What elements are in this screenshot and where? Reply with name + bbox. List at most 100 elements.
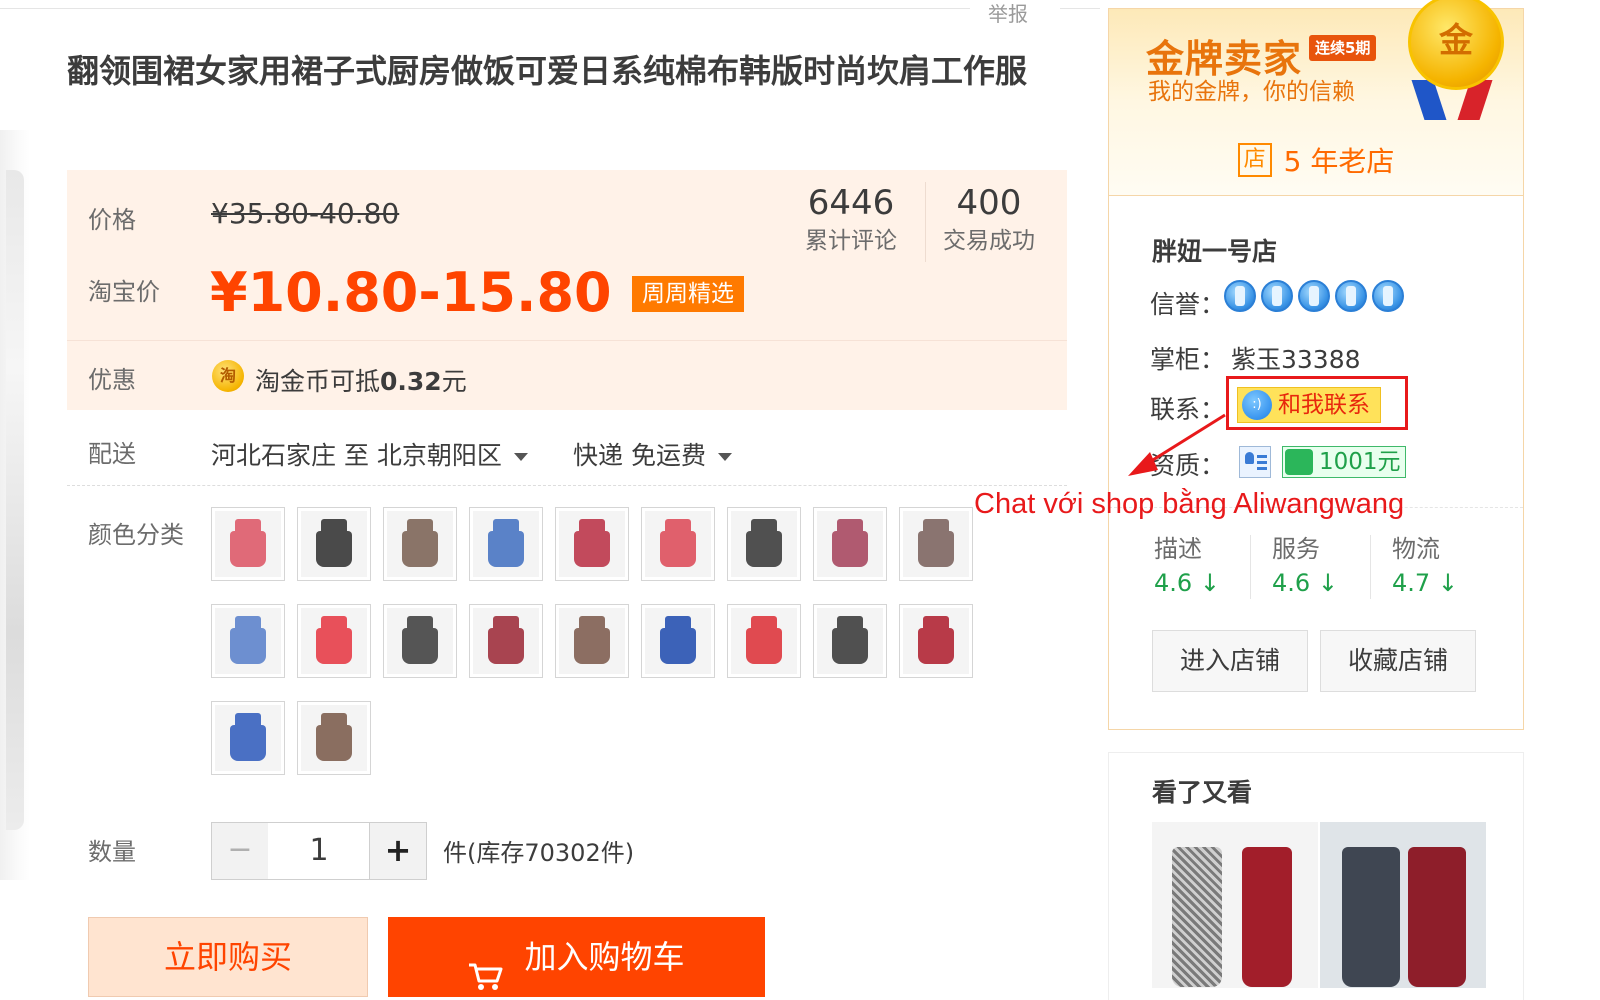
swatch-image [387, 608, 453, 674]
score-service-label: 服务 [1272, 535, 1320, 563]
annotation-highlight-box [1226, 376, 1408, 430]
product-main-image-edge[interactable] [0, 130, 30, 880]
apron-thumbnail [918, 519, 954, 567]
deposit-amount: 1001元 [1319, 449, 1401, 475]
chevron-down-icon [513, 453, 528, 461]
shop-age-text: 5 年老店 [1283, 145, 1395, 178]
apron-thumbnail [1172, 847, 1222, 987]
owner-label: 掌柜： [1150, 345, 1226, 374]
favorite-shop-button[interactable]: 收藏店铺 [1320, 630, 1476, 692]
color-swatch[interactable] [813, 507, 887, 581]
color-swatch[interactable] [813, 604, 887, 678]
apron-thumbnail [1408, 847, 1466, 987]
color-swatch[interactable] [211, 507, 285, 581]
swatch-image [215, 608, 281, 674]
swatch-image [903, 608, 969, 674]
color-swatch[interactable] [297, 701, 371, 775]
apron-thumbnail [574, 519, 610, 567]
streak-badge: 连续5期 [1309, 35, 1377, 61]
reputation-crowns[interactable] [1224, 280, 1409, 312]
swatch-image [301, 608, 367, 674]
apron-thumbnail [660, 519, 696, 567]
taobao-price-label: 淘宝价 [88, 278, 160, 306]
apron-thumbnail [918, 616, 954, 664]
reviews-label: 累计评论 [805, 228, 897, 254]
score-description-label: 描述 [1154, 535, 1202, 563]
report-link[interactable]: 举报 [988, 0, 1028, 27]
reviews-count: 6446 [807, 183, 895, 223]
shipping-route-dropdown[interactable]: 河北石家庄 至 北京朝阳区 [211, 436, 528, 472]
down-arrow-icon: ↓ [1437, 569, 1458, 597]
quantity-increase-button[interactable]: + [369, 822, 427, 880]
crown-icon [1261, 280, 1293, 312]
color-swatch[interactable] [641, 604, 715, 678]
score-logistics: 物流 4.7 ↓ [1392, 532, 1502, 600]
buy-now-button[interactable]: 立即购买 [88, 917, 368, 997]
apron-thumbnail [230, 713, 266, 761]
color-swatch[interactable] [469, 507, 543, 581]
recommended-product-image[interactable] [1152, 822, 1318, 988]
seller-header-divider [1109, 195, 1523, 196]
contact-label: 联系： [1150, 395, 1226, 424]
product-title: 翻领围裙女家用裙子式厨房做饭可爱日系纯棉布韩版时尚坎肩工作服 [67, 52, 1028, 90]
down-arrow-icon: ↓ [1199, 569, 1220, 597]
recommended-product-image[interactable] [1320, 822, 1486, 988]
swatch-image [731, 608, 797, 674]
color-swatch[interactable] [211, 604, 285, 678]
color-swatch[interactable] [555, 604, 629, 678]
apron-thumbnail [746, 616, 782, 664]
color-swatch[interactable] [211, 701, 285, 775]
annotation-text: Chat với shop bằng Aliwangwang [974, 488, 1405, 520]
swatch-image [559, 511, 625, 577]
owner-name[interactable]: 紫玉33388 [1231, 340, 1361, 376]
gold-seller-slogan: 我的金牌，你的信赖 [1148, 79, 1355, 105]
business-license-icon[interactable] [1239, 446, 1271, 478]
color-swatch[interactable] [383, 604, 457, 678]
apron-thumbnail [746, 519, 782, 567]
color-swatch[interactable] [727, 604, 801, 678]
color-swatch[interactable] [469, 604, 543, 678]
apron-thumbnail [1242, 847, 1292, 987]
color-swatch[interactable] [899, 507, 973, 581]
color-swatch[interactable] [383, 507, 457, 581]
enter-shop-button[interactable]: 进入店铺 [1152, 630, 1308, 692]
apron-thumbnail [488, 616, 524, 664]
color-swatch[interactable] [899, 604, 973, 678]
add-to-cart-button[interactable]: 加入购物车 [388, 917, 765, 997]
transactions-stat[interactable]: 400 交易成功 [920, 182, 1058, 258]
apron-thumbnail [1342, 847, 1400, 987]
weekly-pick-badge: 周周精选 [632, 276, 744, 312]
quantity-decrease-button[interactable]: − [211, 822, 269, 880]
section-divider [67, 485, 1067, 486]
coin-discount-text: 淘金币可抵0.32元 [255, 367, 467, 396]
reputation-label: 信誉： [1150, 290, 1226, 319]
swatch-image [387, 511, 453, 577]
apron-thumbnail [230, 616, 266, 664]
apron-thumbnail [488, 519, 524, 567]
shipping-method-dropdown[interactable]: 快递 免运费 [573, 436, 732, 472]
apron-thumbnail [402, 616, 438, 664]
chevron-down-icon [717, 453, 732, 461]
score-logistics-value: 4.7 [1392, 569, 1431, 597]
color-swatch[interactable] [297, 604, 371, 678]
transactions-count: 400 [956, 183, 1022, 223]
shipping-label: 配送 [88, 440, 136, 468]
color-swatch[interactable] [555, 507, 629, 581]
top-divider-right [1060, 8, 1100, 9]
color-swatch[interactable] [727, 507, 801, 581]
qualification-label: 资质： [1150, 451, 1226, 480]
color-swatch[interactable] [297, 507, 371, 581]
swatch-image [817, 608, 883, 674]
reviews-stat[interactable]: 6446 累计评论 [782, 182, 920, 258]
color-swatch[interactable] [641, 507, 715, 581]
deposit-badge[interactable]: 1001元 [1282, 446, 1406, 478]
shop-name[interactable]: 胖妞一号店 [1152, 232, 1277, 268]
swatch-image [817, 511, 883, 577]
shop-age: 店 5 年老店 [1109, 140, 1523, 180]
color-label: 颜色分类 [88, 521, 184, 549]
apron-thumbnail [832, 616, 868, 664]
swatch-image [215, 511, 281, 577]
score-col-divider [1250, 535, 1251, 599]
taobao-price: ¥10.80-15.80 [210, 261, 612, 324]
quantity-input[interactable]: 1 [268, 822, 370, 880]
